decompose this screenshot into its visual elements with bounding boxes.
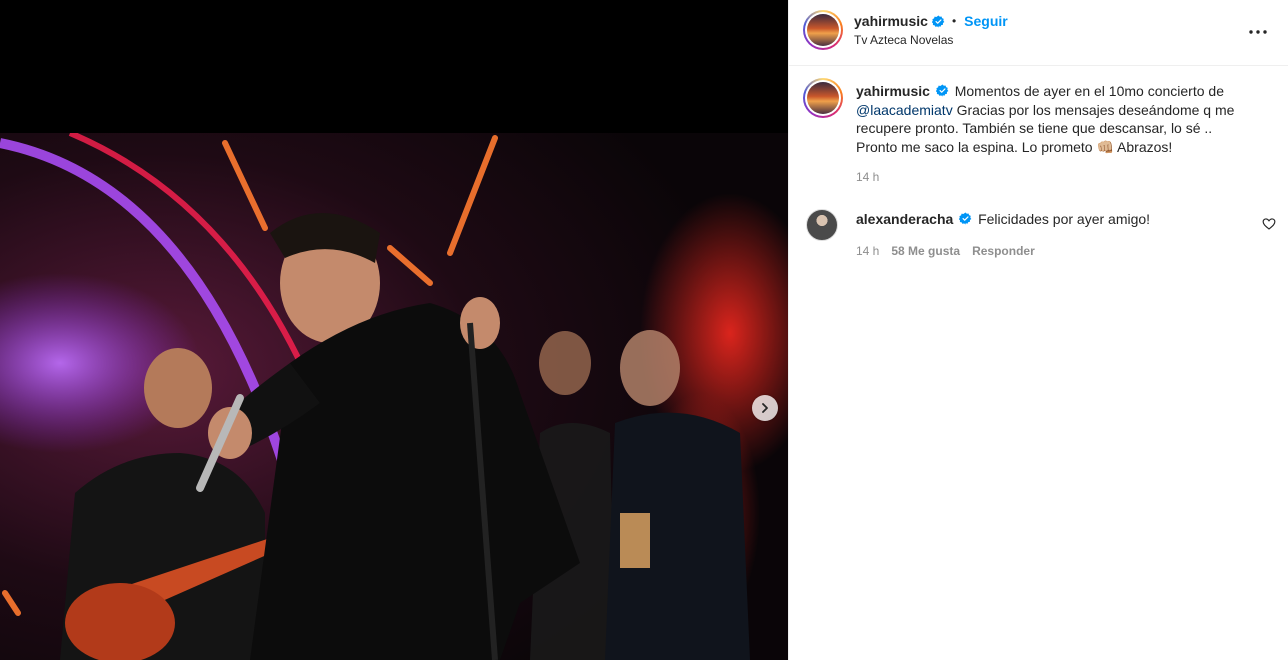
separator-dot: • [951, 14, 957, 28]
concert-photo [0, 133, 788, 660]
comment-meta: 14 h 58 Me gusta Responder [856, 244, 1035, 258]
post-side-panel: yahirmusic • Seguir Tv Azteca Novelas ya… [788, 0, 1288, 660]
post-header: yahirmusic • Seguir Tv Azteca Novelas [789, 0, 1288, 66]
comment: alexanderacha Felicidades por ayer amigo… [856, 210, 1150, 228]
fist-bump-emoji-icon: 👊🏼 [1096, 138, 1114, 155]
verified-badge-icon [935, 84, 949, 97]
more-options-button[interactable] [1246, 22, 1270, 42]
caption-mention-link[interactable]: @laacademiatv [856, 102, 953, 118]
caption-text-part-1: Momentos de ayer en el 10mo concierto de [954, 83, 1224, 99]
author-username[interactable]: yahirmusic [854, 13, 928, 29]
caption-username[interactable]: yahirmusic [856, 83, 930, 99]
author-avatar[interactable] [803, 10, 843, 50]
reply-button[interactable]: Responder [972, 244, 1035, 258]
post-media [0, 0, 788, 660]
comment-text: Felicidades por ayer amigo! [978, 211, 1151, 227]
comment-timestamp[interactable]: 14 h [856, 244, 879, 258]
commenter-avatar[interactable] [806, 209, 838, 241]
comment-username[interactable]: alexanderacha [856, 211, 953, 227]
caption-author-avatar[interactable] [803, 78, 843, 118]
post-caption: yahirmusic Momentos de ayer en el 10mo c… [856, 82, 1256, 156]
verified-badge-icon [959, 212, 972, 225]
next-image-button[interactable] [752, 395, 778, 421]
author-line: yahirmusic • Seguir [854, 13, 1008, 29]
post-location[interactable]: Tv Azteca Novelas [854, 33, 953, 47]
more-horizontal-icon [1249, 30, 1267, 34]
caption-text-part-3: Abrazos! [1117, 138, 1173, 155]
like-comment-heart-icon[interactable] [1262, 217, 1276, 231]
chevron-right-icon [762, 403, 768, 413]
verified-badge-icon [931, 15, 945, 27]
follow-button[interactable]: Seguir [964, 13, 1008, 29]
caption-timestamp[interactable]: 14 h [856, 170, 879, 184]
comment-likes-button[interactable]: 58 Me gusta [891, 244, 960, 258]
